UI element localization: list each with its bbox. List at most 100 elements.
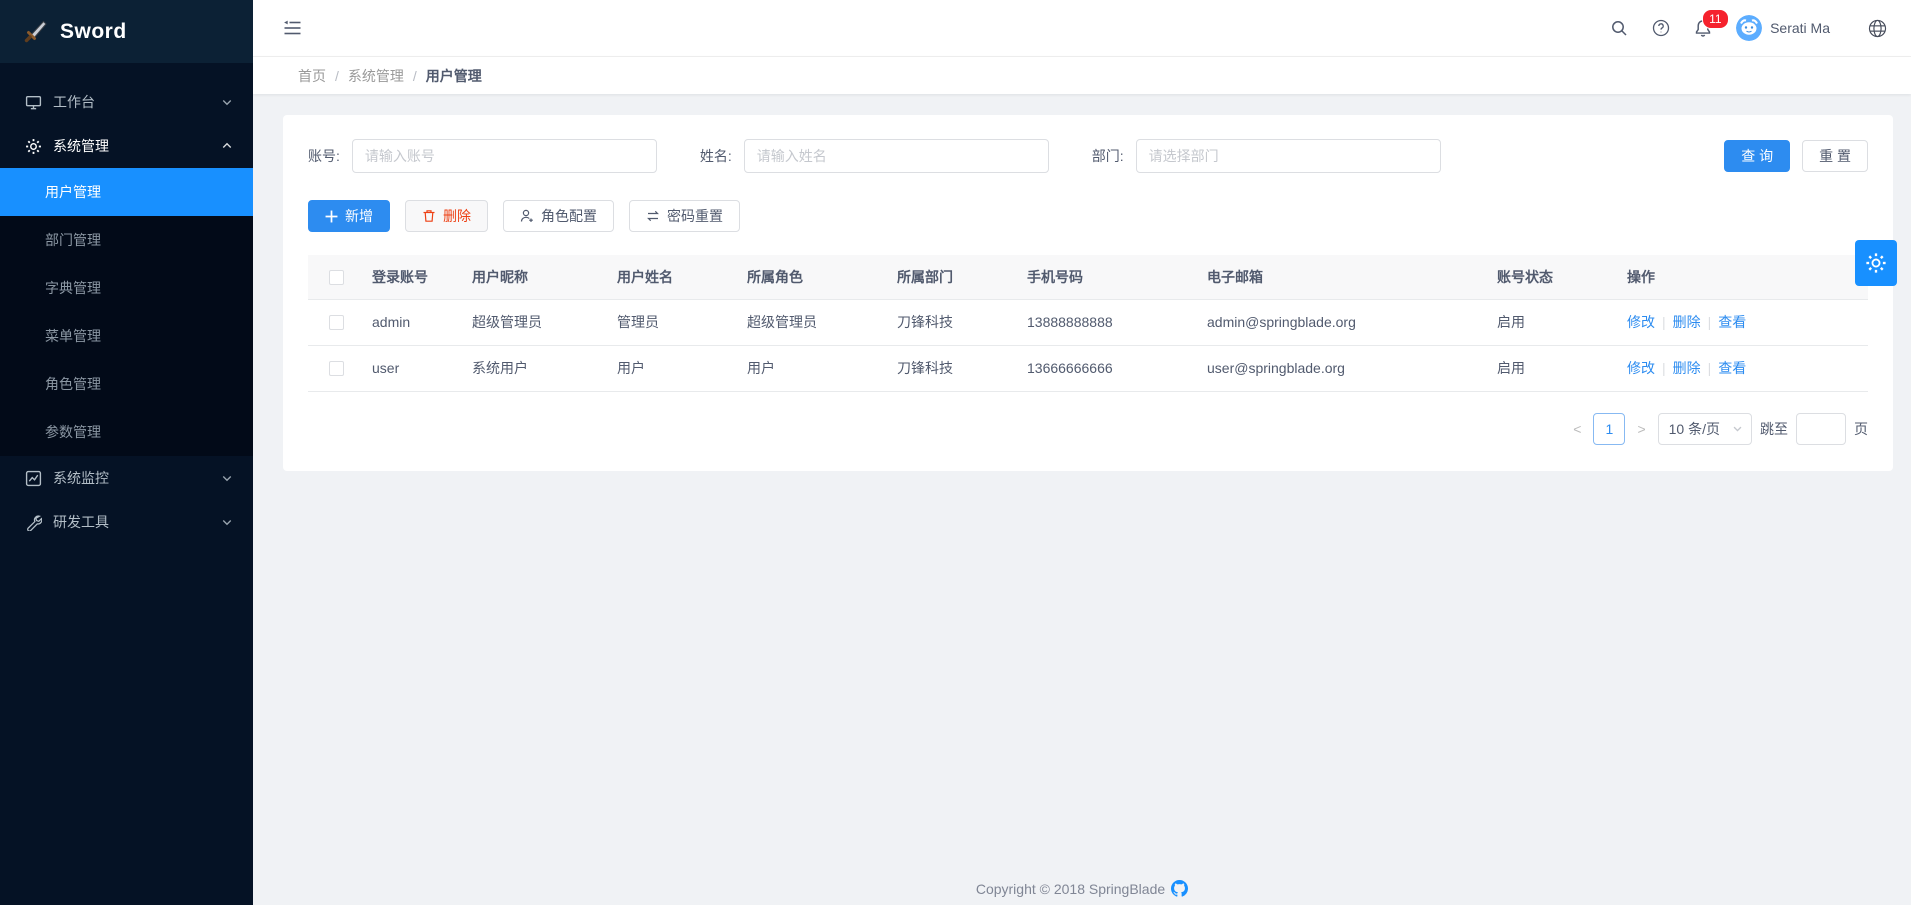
notifications-bell-icon[interactable]: 11 [1694,19,1712,38]
app-title: Sword [60,20,127,44]
sidebar-item-user-management[interactable]: 用户管理 [0,168,253,216]
page-footer: Copyright © 2018 SpringBlade [253,880,1911,897]
delete-button-label: 删除 [443,206,471,226]
chevron-down-icon [221,516,233,528]
page-size-select[interactable]: 10 条/页 [1658,413,1752,445]
main-area: 11 Serati Ma [253,0,1911,905]
pagination: < 1 > 10 条/页 跳至 页 [308,413,1868,445]
table-header-row: 登录账号 用户昵称 用户姓名 所属角色 所属部门 手机号码 电子邮箱 账号状态 … [308,255,1868,299]
edit-link[interactable]: 修改 [1627,360,1655,376]
sidebar-item-dept-management[interactable]: 部门管理 [0,216,253,264]
account-label: 账号: [308,146,340,166]
help-icon[interactable] [1652,19,1670,37]
password-reset-button-label: 密码重置 [667,206,723,226]
sidebar-item-role-management[interactable]: 角色管理 [0,360,253,408]
action-separator: | [1708,314,1712,330]
users-table: 登录账号 用户昵称 用户姓名 所属角色 所属部门 手机号码 电子邮箱 账号状态 … [308,255,1868,392]
person-plus-icon [520,209,534,223]
cell-nickname: 系统用户 [464,345,609,391]
sword-logo-icon [22,19,48,45]
col-name: 用户姓名 [609,255,739,299]
cell-role: 用户 [739,345,889,391]
sidebar-item-label: 工作台 [53,92,95,112]
sidebar-nav: 工作台 系统管理 [0,63,253,544]
sidebar-item-dev-tools[interactable]: 研发工具 [0,500,253,544]
breadcrumb-separator: / [413,68,417,84]
breadcrumb-home[interactable]: 首页 [298,66,326,86]
chevron-down-icon [221,96,233,108]
view-link[interactable]: 查看 [1718,314,1746,330]
language-globe-icon[interactable] [1868,19,1887,38]
wrench-icon [25,514,42,531]
sidebar-item-param-management[interactable]: 参数管理 [0,408,253,456]
cell-email: admin@springblade.org [1199,299,1489,345]
col-dept: 所属部门 [889,255,1019,299]
sidebar-item-label: 研发工具 [53,512,109,532]
table-toolbar: 新增 删除 角色配置 [308,200,1868,232]
cell-status: 启用 [1489,345,1619,391]
row-checkbox[interactable] [329,361,344,376]
cell-phone: 13666666666 [1019,345,1199,391]
breadcrumb-system-management[interactable]: 系统管理 [348,66,404,86]
content-card: 账号: 姓名: 部门: 查 询 重 置 新增 [283,115,1893,471]
row-checkbox[interactable] [329,315,344,330]
action-separator: | [1708,360,1712,376]
page-number-button[interactable]: 1 [1593,413,1625,445]
delete-button[interactable]: 删除 [405,200,488,232]
monitor-icon [25,94,42,111]
chart-icon [25,470,42,487]
col-account: 登录账号 [364,255,464,299]
sidebar-item-system-management[interactable]: 系统管理 [0,124,253,168]
edit-link[interactable]: 修改 [1627,314,1655,330]
cell-account: admin [364,299,464,345]
dept-label: 部门: [1092,146,1124,166]
gear-icon [25,138,42,155]
app-logo[interactable]: Sword [0,0,253,63]
trash-icon [422,209,436,223]
next-page-button[interactable]: > [1633,421,1649,437]
action-separator: | [1662,360,1666,376]
top-header: 11 Serati Ma [253,0,1911,57]
reset-button[interactable]: 重 置 [1802,140,1868,172]
col-role: 所属角色 [739,255,889,299]
select-all-checkbox[interactable] [329,270,344,285]
sidebar-submenu-system: 用户管理 部门管理 字典管理 菜单管理 角色管理 参数管理 [0,168,253,456]
sidebar-item-dict-management[interactable]: 字典管理 [0,264,253,312]
copyright-text: Copyright © 2018 SpringBlade [976,881,1165,897]
submenu-label: 字典管理 [45,278,101,298]
user-menu[interactable]: Serati Ma [1736,15,1830,41]
cell-nickname: 超级管理员 [464,299,609,345]
col-status: 账号状态 [1489,255,1619,299]
page-unit-label: 页 [1854,419,1868,439]
add-button-label: 新增 [345,206,373,226]
sidebar-collapse-icon[interactable] [283,19,302,37]
sidebar-item-menu-management[interactable]: 菜单管理 [0,312,253,360]
github-icon[interactable] [1171,880,1188,897]
action-separator: | [1662,314,1666,330]
name-input[interactable] [744,139,1049,173]
search-icon[interactable] [1610,19,1628,37]
page-size-value: 10 条/页 [1669,419,1720,439]
delete-link[interactable]: 删除 [1673,314,1701,330]
delete-link[interactable]: 删除 [1673,360,1701,376]
role-config-button-label: 角色配置 [541,206,597,226]
cell-phone: 13888888888 [1019,299,1199,345]
account-input[interactable] [352,139,657,173]
gear-icon [1865,252,1887,274]
jump-page-input[interactable] [1796,413,1846,445]
sidebar-item-system-monitor[interactable]: 系统监控 [0,456,253,500]
view-link[interactable]: 查看 [1718,360,1746,376]
cell-name: 用户 [609,345,739,391]
dept-select-input[interactable] [1136,139,1441,173]
sidebar-item-workbench[interactable]: 工作台 [0,80,253,124]
add-button[interactable]: 新增 [308,200,390,232]
submenu-label: 用户管理 [45,182,101,202]
cell-dept: 刀锋科技 [889,345,1019,391]
search-button[interactable]: 查 询 [1724,140,1790,172]
role-config-button[interactable]: 角色配置 [503,200,614,232]
table-row: admin 超级管理员 管理员 超级管理员 刀锋科技 13888888888 a… [308,299,1868,345]
breadcrumb: 首页 / 系统管理 / 用户管理 [253,57,1911,94]
password-reset-button[interactable]: 密码重置 [629,200,740,232]
theme-settings-button[interactable] [1855,240,1897,286]
prev-page-button[interactable]: < [1569,421,1585,437]
